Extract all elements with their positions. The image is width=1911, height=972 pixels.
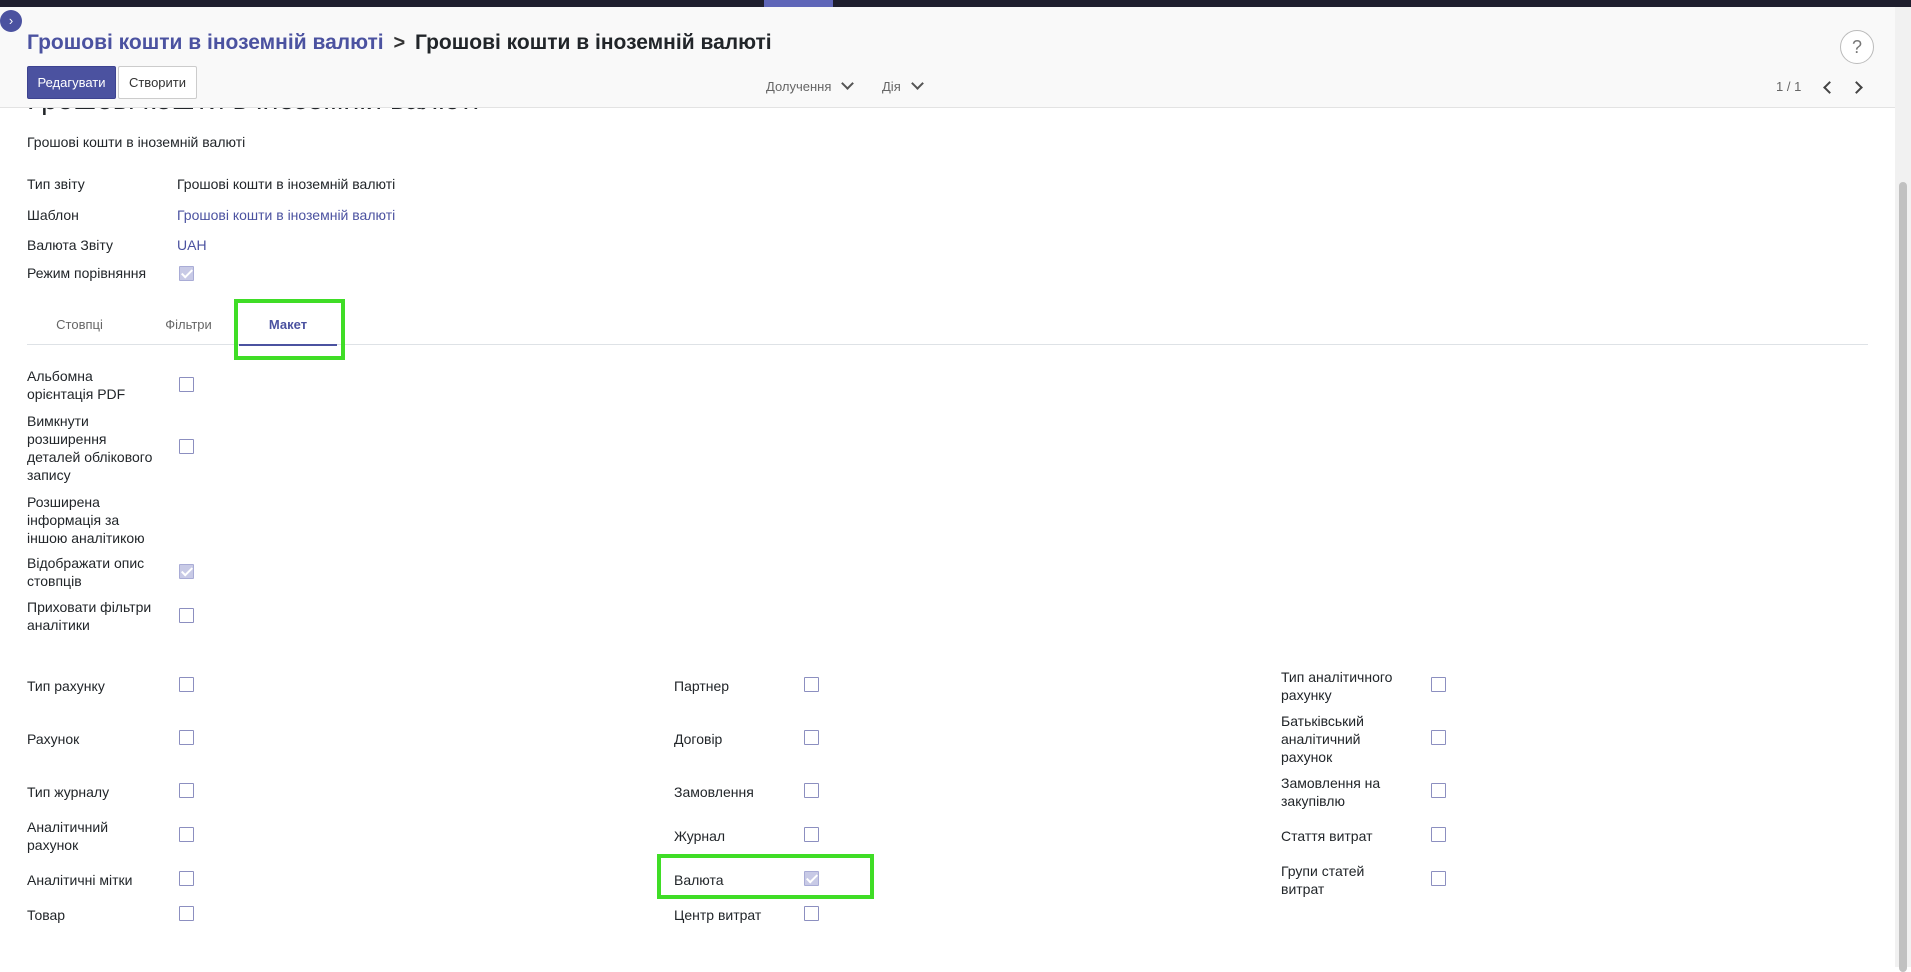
hide-analytic-filters-checkbox[interactable] [179, 608, 194, 623]
show-column-desc-checkbox[interactable] [179, 564, 194, 579]
contract-checkbox[interactable] [804, 730, 819, 745]
analytic-account-type-label: Тип аналітичного рахунку [1281, 669, 1393, 703]
partner-label: Партнер [674, 678, 730, 694]
landscape-pdf-label: Альбомна орієнтація PDF [27, 368, 126, 402]
form-subtitle: Грошові кошти в іноземній валюті [27, 134, 246, 150]
analytic-tags-checkbox[interactable] [179, 871, 194, 886]
expense-groups-label: Групи статей витрат [1281, 863, 1365, 897]
chevron-down-icon [910, 77, 924, 90]
pager-previous-icon[interactable] [1823, 81, 1836, 94]
hide-analytic-filters-label: Приховати фільтри аналітики [27, 599, 152, 633]
expense-groups-checkbox[interactable] [1431, 871, 1446, 886]
product-checkbox[interactable] [179, 906, 194, 921]
breadcrumb-current: Грошові кошти в іноземній валюті [415, 31, 772, 54]
pager-next-icon[interactable] [1850, 81, 1863, 94]
vertical-scrollbar[interactable] [1895, 7, 1911, 972]
partner-checkbox[interactable] [804, 677, 819, 692]
show-column-desc-label: Відображати опис стовпців [27, 555, 145, 589]
journal-type-label: Тип журналу [27, 784, 110, 800]
journal-type-checkbox[interactable] [179, 783, 194, 798]
expense-item-label: Стаття витрат [1281, 828, 1373, 844]
report-type-label: Тип звіту [27, 176, 85, 192]
currency-link[interactable]: UAH [177, 236, 207, 254]
action-dropdown[interactable]: Дія [882, 77, 924, 94]
account-type-checkbox[interactable] [179, 677, 194, 692]
report-type-value: Грошові кошти в іноземній валюті [177, 176, 396, 192]
currency-label: Валюта Звіту [27, 237, 113, 253]
analytic-account-checkbox[interactable] [179, 827, 194, 842]
comparison-mode-label: Режим порівняння [27, 265, 147, 281]
analytic-account-label: Аналітичний рахунок [27, 819, 109, 853]
cost-center-label: Центр витрат [674, 907, 762, 923]
product-label: Товар [27, 907, 66, 923]
help-button[interactable]: ? [1840, 30, 1874, 64]
journal-label: Журнал [674, 828, 726, 844]
highlight-box [234, 299, 345, 360]
template-link[interactable]: Грошові кошти в іноземній валюті [177, 206, 395, 224]
expense-item-checkbox[interactable] [1431, 827, 1446, 842]
parent-analytic-account-label: Батьківський аналітичний рахунок [1281, 713, 1364, 765]
attachment-dropdown-label: Долучення [766, 79, 832, 94]
purchase-order-label: Замовлення на закупівлю [1281, 775, 1381, 809]
analytic-tags-label: Аналітичні мітки [27, 872, 133, 888]
breadcrumb-parent-link[interactable]: Грошові кошти в іноземній валюті [27, 31, 384, 54]
sidebar-toggle-icon[interactable]: › [0, 10, 22, 32]
template-label: Шаблон [27, 207, 79, 223]
account-label: Рахунок [27, 731, 80, 747]
purchase-order-checkbox[interactable] [1431, 783, 1446, 798]
pager-value[interactable]: 1 / 1 [1776, 79, 1801, 94]
form-sheet: Грошові кошти в іноземній валюті Тип зві… [0, 108, 1895, 967]
extended-analytics-label: Розширена інформація за іншою аналітикою [27, 494, 145, 546]
create-button[interactable]: Створити [118, 66, 197, 99]
analytic-account-type-checkbox[interactable] [1431, 677, 1446, 692]
breadcrumb: Грошові кошти в іноземній валюті > Грошо… [27, 31, 772, 55]
account-checkbox[interactable] [179, 730, 194, 745]
chevron-down-icon [841, 77, 855, 90]
contract-label: Договір [674, 731, 723, 747]
order-checkbox[interactable] [804, 783, 819, 798]
disable-account-details-checkbox[interactable] [179, 439, 194, 454]
action-dropdown-label: Дія [882, 79, 901, 94]
top-navbar [0, 0, 1911, 7]
comparison-mode-checkbox[interactable] [179, 266, 194, 281]
landscape-pdf-checkbox[interactable] [179, 377, 194, 392]
tab-filters[interactable]: Фільтри [136, 310, 241, 344]
account-type-label: Тип рахунку [27, 678, 105, 694]
disable-account-details-label: Вимкнути розширення деталей облікового з… [27, 413, 153, 483]
journal-checkbox[interactable] [804, 827, 819, 842]
highlight-box [657, 854, 874, 899]
attachment-dropdown[interactable]: Долучення [766, 77, 855, 94]
order-label: Замовлення [674, 784, 754, 800]
breadcrumb-separator: > [393, 32, 406, 54]
cost-center-checkbox[interactable] [804, 906, 819, 921]
control-panel: Грошові кошти в іноземній валюті > Грошо… [0, 7, 1895, 108]
edit-button[interactable]: Редагувати [27, 66, 116, 99]
scrollbar-thumb[interactable] [1899, 182, 1907, 972]
tab-columns[interactable]: Стовпці [27, 310, 132, 344]
parent-analytic-account-checkbox[interactable] [1431, 730, 1446, 745]
navbar-active-item[interactable] [764, 0, 833, 7]
